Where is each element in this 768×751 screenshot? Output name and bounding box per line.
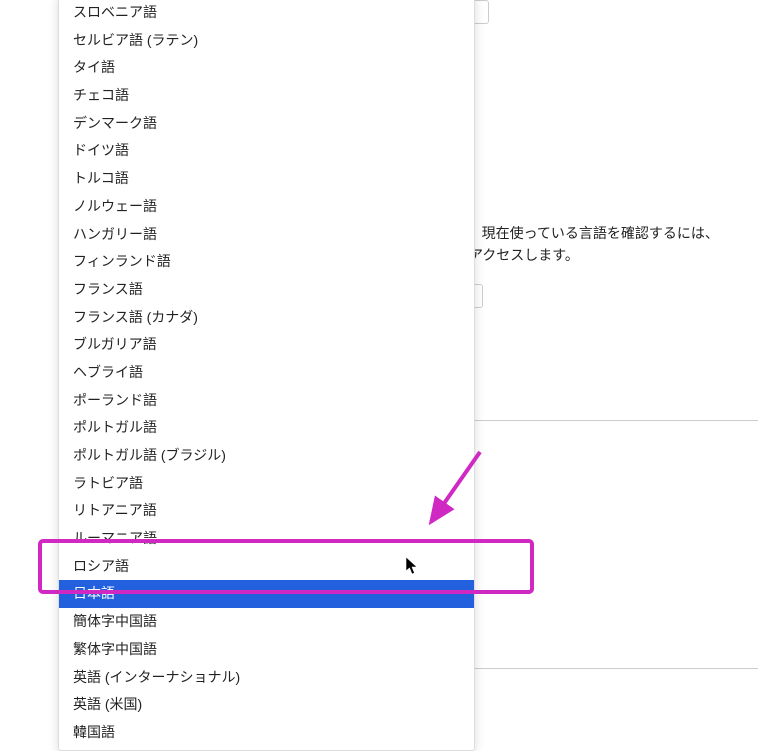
language-option-label: ルーマニア語 — [73, 530, 157, 546]
language-option-label: フランス語 (カナダ) — [73, 309, 198, 325]
language-option-label: ノルウェー語 — [73, 198, 157, 214]
language-option-label: スロベニア語 — [73, 4, 157, 20]
language-option[interactable]: ブルガリア語 — [59, 331, 474, 359]
language-option[interactable]: ポルトガル語 — [59, 414, 474, 442]
language-option-label: ポーランド語 — [73, 392, 157, 408]
language-option[interactable]: セルビア語 (ラテン) — [59, 27, 474, 55]
language-option-label: 簡体字中国語 — [73, 613, 157, 629]
language-option-label: タイ語 — [73, 59, 115, 75]
divider-1 — [455, 420, 758, 421]
language-option-label: ロシア語 — [73, 558, 129, 574]
language-option[interactable]: ドイツ語 — [59, 137, 474, 165]
bg-help-text: す。現在使っている言語を確認するには、 こアクセスします。 — [455, 222, 719, 267]
language-option[interactable]: 繁体字中国語 — [59, 636, 474, 664]
language-option-label: デンマーク語 — [73, 115, 157, 131]
language-option-label: 日本語 — [73, 585, 115, 601]
language-option[interactable]: 簡体字中国語 — [59, 608, 474, 636]
language-option[interactable]: 韓国語 — [59, 719, 474, 747]
language-option-label: ラトビア語 — [73, 475, 143, 491]
language-option-label: ポルトガル語 — [73, 419, 157, 435]
language-option-label: 繁体字中国語 — [73, 641, 157, 657]
language-option[interactable]: ポーランド語 — [59, 387, 474, 415]
language-option-label: ポルトガル語 (ブラジル) — [73, 447, 226, 463]
language-option[interactable]: タイ語 — [59, 54, 474, 82]
language-dropdown[interactable]: スロベニア語セルビア語 (ラテン) タイ語チェコ語デンマーク語ドイツ語トルコ語ノル… — [58, 0, 475, 751]
language-option[interactable]: ハンガリー語 — [59, 221, 474, 249]
language-option-label: セルビア語 (ラテン) — [73, 32, 198, 48]
language-option[interactable]: リトアニア語 — [59, 497, 474, 525]
language-option[interactable]: デンマーク語 — [59, 110, 474, 138]
language-option[interactable]: ロシア語 — [59, 553, 474, 581]
language-option[interactable]: チェコ語 — [59, 82, 474, 110]
language-option[interactable]: ノルウェー語 — [59, 193, 474, 221]
language-option-label: ブルガリア語 — [73, 336, 157, 352]
divider-2 — [455, 668, 758, 669]
language-option[interactable]: ラトビア語 — [59, 470, 474, 498]
language-option[interactable]: ヘブライ語 — [59, 359, 474, 387]
language-option-label: ヘブライ語 — [73, 364, 143, 380]
language-option[interactable]: 日本語 — [59, 580, 474, 608]
language-option[interactable]: 英語 (インターナショナル) — [59, 664, 474, 692]
language-option[interactable]: ポルトガル語 (ブラジル) — [59, 442, 474, 470]
language-option-label: 英語 (米国) — [73, 696, 142, 712]
language-option-label: 韓国語 — [73, 724, 115, 740]
language-option[interactable]: ルーマニア語 — [59, 525, 474, 553]
language-option-label: 英語 (インターナショナル) — [73, 669, 240, 685]
language-option-label: ドイツ語 — [73, 142, 129, 158]
language-option-label: トルコ語 — [73, 170, 129, 186]
language-option[interactable]: フランス語 (カナダ) — [59, 304, 474, 332]
bg-text-line1: す。現在使っている言語を確認するには、 — [455, 225, 719, 241]
language-option[interactable]: 英語 (米国) — [59, 691, 474, 719]
language-option[interactable]: フィンランド語 — [59, 248, 474, 276]
language-option[interactable]: トルコ語 — [59, 165, 474, 193]
language-option-label: フィンランド語 — [73, 253, 171, 269]
language-option-label: フランス語 — [73, 281, 143, 297]
language-option-label: ハンガリー語 — [73, 226, 157, 242]
language-option[interactable]: フランス語 — [59, 276, 474, 304]
language-option-label: チェコ語 — [73, 87, 129, 103]
language-option[interactable]: スロベニア語 — [59, 0, 474, 27]
language-option-label: リトアニア語 — [73, 502, 157, 518]
